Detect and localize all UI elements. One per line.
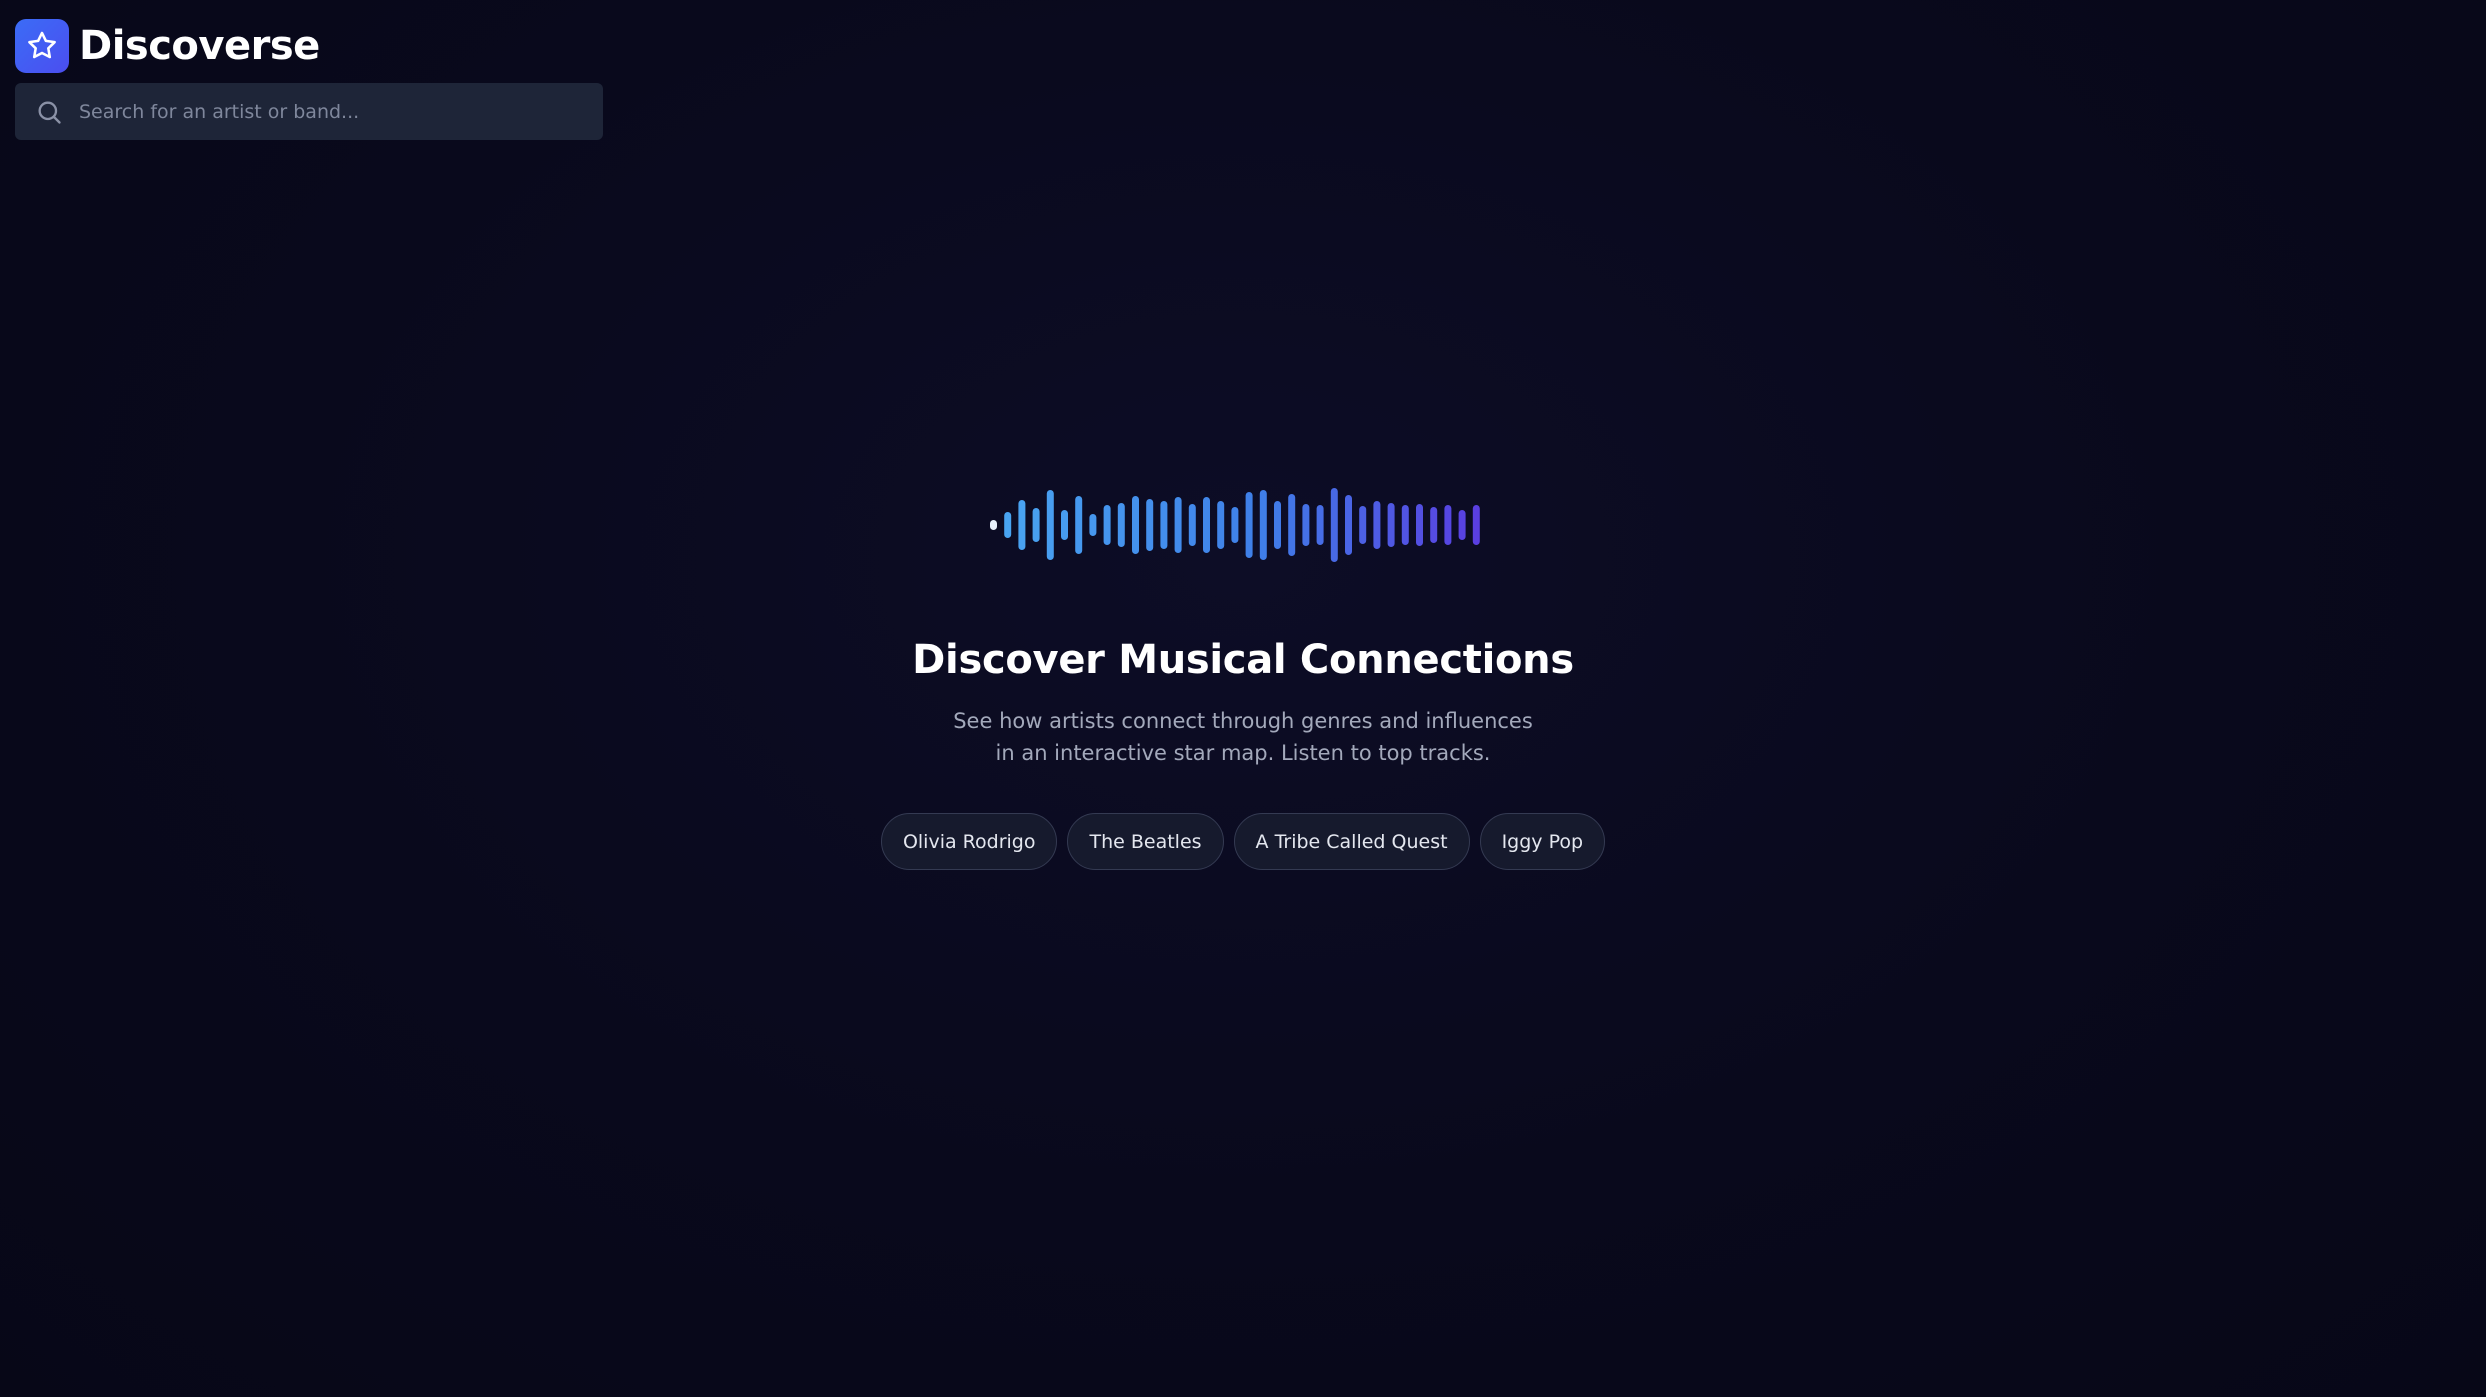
waveform-bar <box>1416 504 1423 546</box>
waveform-bar <box>1004 512 1012 538</box>
waveform-bar <box>1089 514 1097 536</box>
waveform-bar <box>1217 501 1225 549</box>
search-icon <box>35 98 63 126</box>
waveform-bar <box>1373 501 1381 549</box>
waveform-bar <box>1345 495 1352 555</box>
waveform-bar <box>1274 501 1281 549</box>
waveform-bar <box>1288 494 1296 556</box>
app-name: Discoverse <box>79 23 320 69</box>
suggestion-chip-iggy-pop[interactable]: Iggy Pop <box>1479 813 1606 870</box>
waveform-bar <box>1245 492 1253 558</box>
waveform-graphic <box>990 488 1480 562</box>
waveform-bar <box>1061 510 1068 540</box>
waveform-bar <box>1117 503 1125 547</box>
waveform-bar <box>1458 510 1466 540</box>
waveform-bar <box>1387 503 1395 547</box>
waveform-bar <box>1203 497 1210 553</box>
waveform-bar <box>1103 505 1111 545</box>
suggestion-chips: Olivia Rodrigo The Beatles A Tribe Calle… <box>0 813 2486 870</box>
hero: Discover Musical Connections See how art… <box>0 485 2486 870</box>
waveform-bar <box>1146 499 1154 551</box>
waveform-bar <box>1018 500 1026 550</box>
waveform-bar <box>1359 506 1367 544</box>
waveform-bar <box>1132 496 1139 554</box>
waveform-bar <box>1174 497 1182 553</box>
waveform-bar <box>1075 496 1083 554</box>
suggestion-chip-a-tribe-called-quest[interactable]: A Tribe Called Quest <box>1233 813 1470 870</box>
waveform-bar <box>1316 505 1324 545</box>
waveform-bar <box>990 520 997 530</box>
waveform-bar <box>1046 490 1054 560</box>
search-input[interactable] <box>79 83 603 140</box>
waveform-bar <box>1231 507 1239 543</box>
waveform-bar <box>1444 505 1452 545</box>
waveform-bar <box>1302 504 1310 546</box>
waveform-bar <box>1160 501 1168 549</box>
brand[interactable]: Discoverse <box>15 19 320 73</box>
waveform-bar <box>1259 490 1267 560</box>
waveform-bar <box>1401 505 1409 545</box>
suggestion-chip-olivia-rodrigo[interactable]: Olivia Rodrigo <box>880 813 1058 870</box>
waveform-bar <box>1032 508 1040 542</box>
waveform-bar <box>1188 504 1196 546</box>
hero-subtitle: See how artists connect through genres a… <box>953 709 1533 765</box>
waveform-bar <box>1330 488 1338 562</box>
star-icon <box>15 19 69 73</box>
waveform-bar <box>1472 505 1480 545</box>
waveform-bar <box>1430 507 1438 543</box>
search-bar[interactable] <box>15 83 603 140</box>
hero-title: Discover Musical Connections <box>912 637 1574 683</box>
suggestion-chip-the-beatles[interactable]: The Beatles <box>1067 813 1224 870</box>
